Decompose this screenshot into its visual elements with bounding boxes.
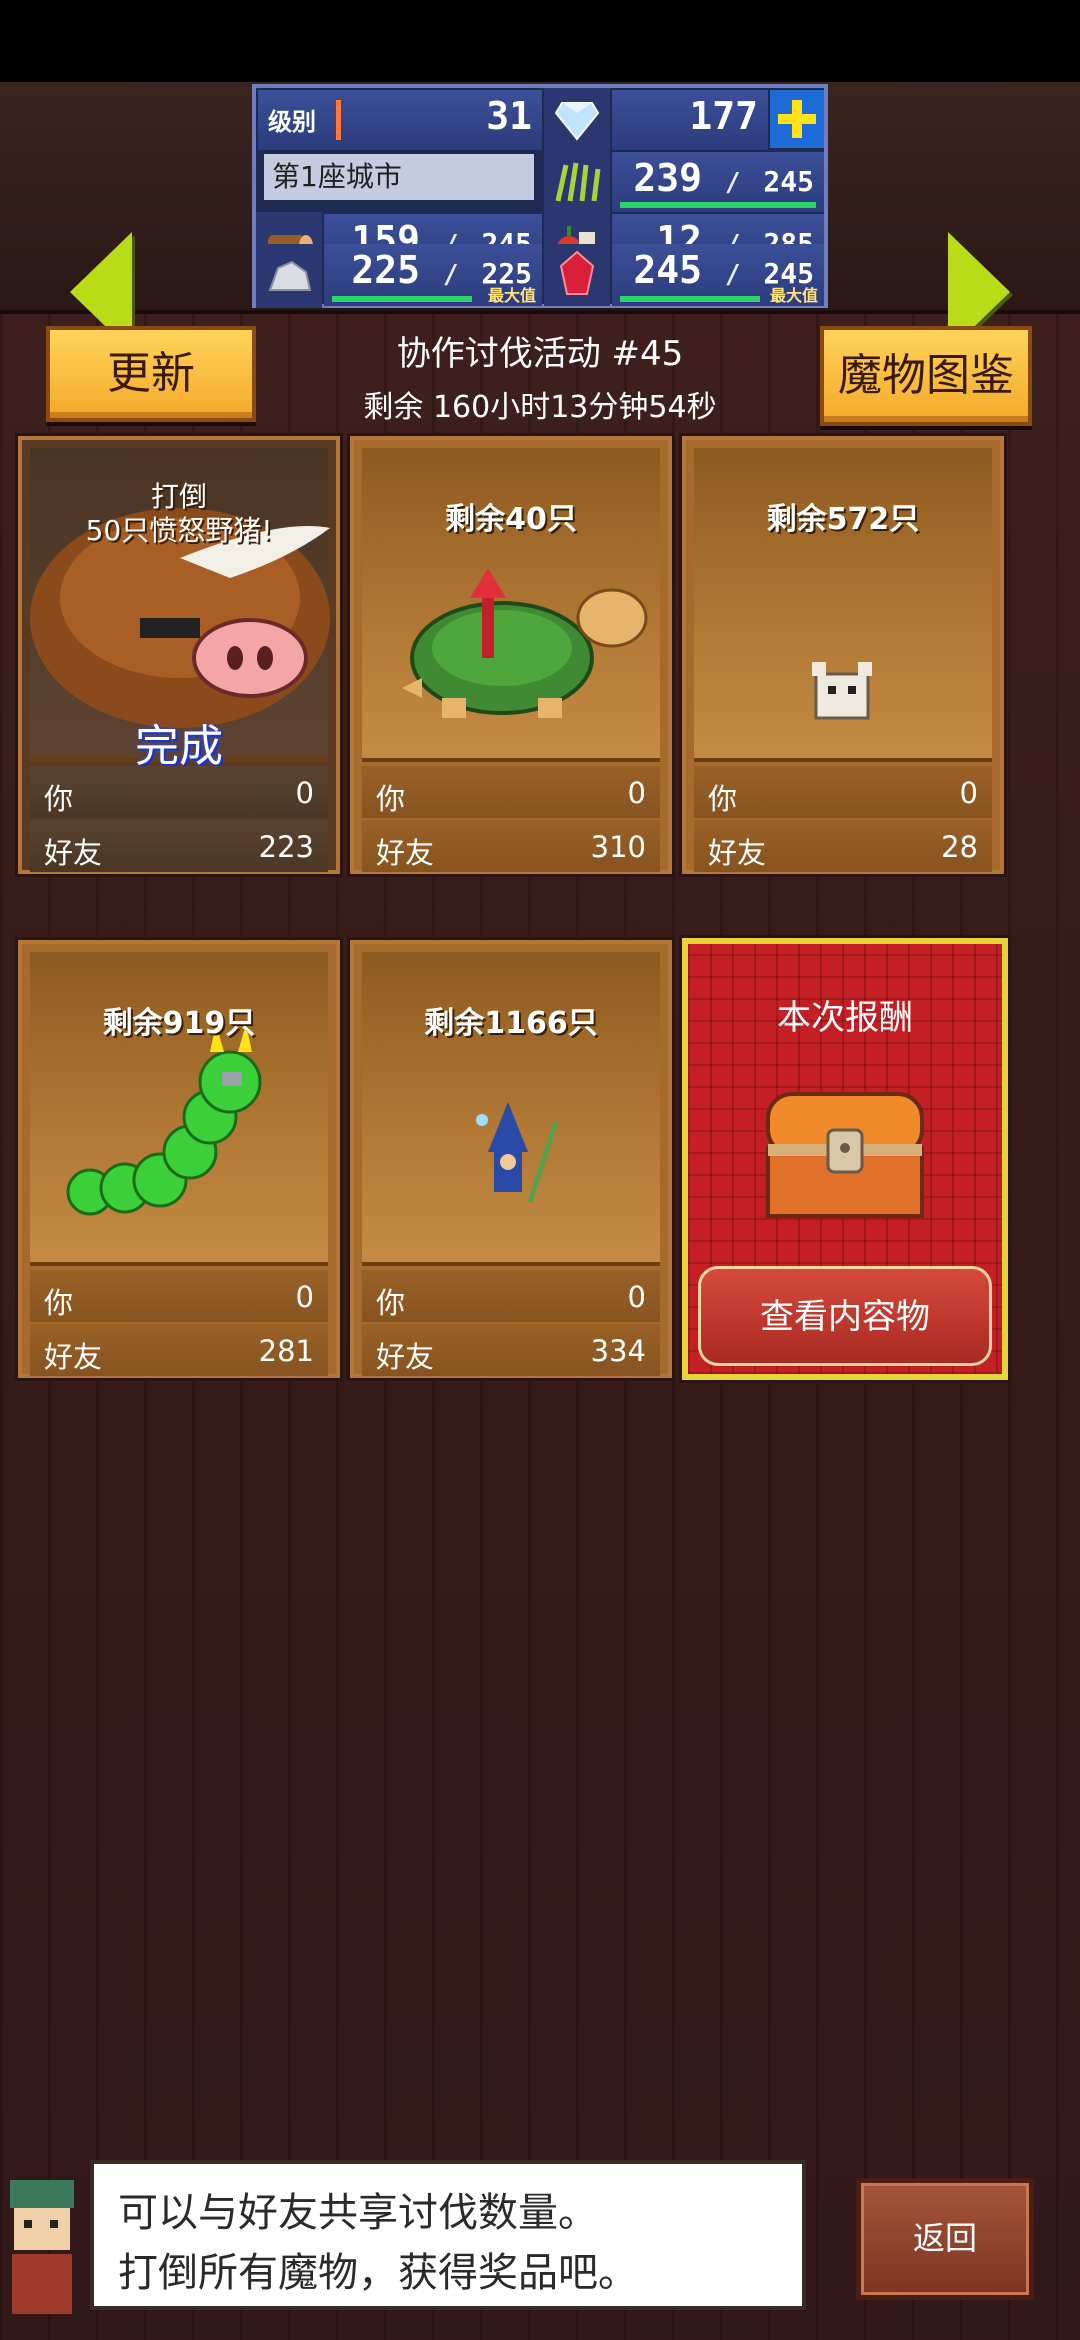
ruby-cell: 245 / 245 最大值	[612, 244, 824, 306]
city-name[interactable]: 第1座城市	[264, 154, 534, 200]
treasure-chest-icon	[766, 1092, 924, 1218]
hint-speech-bubble: 可以与好友共享讨伐数量。 打倒所有魔物，获得奖品吧。	[90, 2160, 806, 2310]
event-time-remaining: 剩余 160小时13分钟54秒	[363, 390, 717, 425]
remaining-count: 剩余1166只	[424, 1006, 598, 1041]
reward-title: 本次报酬	[777, 998, 913, 1038]
ruby-value: 245	[633, 248, 702, 292]
add-gems-button[interactable]	[770, 90, 824, 148]
slash: /	[724, 168, 741, 198]
remaining-count: 剩余40只	[445, 502, 577, 537]
friend-count-row: 好友 223	[30, 820, 328, 872]
you-count: 0	[627, 776, 646, 810]
resource-panel: 级别 31 177 第1座城市 239 / 245 159 / 245 12 /…	[252, 84, 828, 308]
stone-cell: 225 / 225 最大值	[324, 244, 542, 306]
you-count: 0	[295, 1280, 314, 1314]
kill-goal-line2: 50只愤怒野猪!	[85, 514, 273, 547]
you-count: 0	[627, 1280, 646, 1314]
ruby-bar	[620, 296, 760, 302]
grass-max: 245	[763, 165, 814, 198]
you-count-row: 你 0	[694, 766, 992, 818]
remaining-count: 剩余919只	[102, 1006, 256, 1041]
grass-cell: 239 / 245	[612, 152, 824, 212]
status-bar	[0, 0, 1080, 82]
you-count-row: 你 0	[362, 766, 660, 818]
you-count: 0	[295, 776, 314, 810]
footer: 可以与好友共享讨伐数量。 打倒所有魔物，获得奖品吧。 返回	[0, 2160, 1080, 2340]
stone-max-tag: 最大值	[487, 286, 536, 305]
you-label: 你	[708, 782, 738, 816]
completed-label: 完成	[135, 721, 223, 772]
friend-count-row: 好友 310	[362, 820, 660, 872]
slash: /	[442, 260, 459, 290]
monster-card-caterpillar[interactable]: 剩余919只 你 0 好友 281	[18, 940, 340, 1378]
monster-card-ghost[interactable]: 剩余572只 你 0 好友 28	[682, 436, 1004, 874]
friend-count: 310	[590, 830, 646, 864]
monster-card-boar[interactable]: 打倒 50只愤怒野猪! 完成 你 0 好友 223	[18, 436, 340, 874]
monster-book-button[interactable]: 魔物图鉴	[820, 326, 1032, 426]
ruby-max-tag: 最大值	[769, 286, 818, 305]
guide-character-avatar	[10, 2180, 74, 2314]
friend-count-row: 好友 281	[30, 1324, 328, 1376]
stone-bar	[332, 296, 472, 302]
friend-label: 好友	[376, 1340, 435, 1374]
hint-line2: 打倒所有魔物，获得奖品吧。	[118, 2250, 638, 2296]
level-cell: 级别 31	[258, 90, 542, 150]
friend-label: 好友	[44, 1340, 103, 1374]
gems-value: 177	[689, 94, 758, 138]
plus-icon	[778, 100, 816, 138]
grass-bar	[620, 202, 816, 208]
hint-line1: 可以与好友共享讨伐数量。	[118, 2190, 598, 2236]
you-label: 你	[44, 782, 74, 816]
gems-cell: 177	[612, 90, 768, 150]
diamond-icon	[544, 88, 610, 154]
monster-card-wizard[interactable]: 剩余1166只 你 0 好友 334	[350, 940, 672, 1378]
friend-count-row: 好友 334	[362, 1324, 660, 1376]
you-count-row: 你 0	[362, 1270, 660, 1322]
remaining-count: 剩余572只	[766, 502, 920, 537]
friend-label: 好友	[708, 836, 767, 870]
you-label: 你	[376, 1286, 406, 1320]
event-title: 协作讨伐活动 #45	[396, 334, 684, 374]
slash: /	[724, 260, 741, 290]
monster-card-turtle[interactable]: 剩余40只 你 0 好友 310	[350, 436, 672, 874]
view-contents-button[interactable]: 查看内容物	[698, 1266, 992, 1366]
grass-icon	[544, 150, 610, 216]
friend-count: 28	[941, 830, 978, 864]
friend-count: 334	[590, 1334, 646, 1368]
you-label: 你	[376, 782, 406, 816]
back-button[interactable]: 返回	[856, 2178, 1034, 2300]
you-count: 0	[959, 776, 978, 810]
kill-goal-text: 打倒 50只愤怒野猪!	[22, 480, 336, 548]
friend-count: 223	[258, 830, 314, 864]
friend-count-row: 好友 28	[694, 820, 992, 872]
level-label: 级别	[268, 108, 316, 136]
level-progress-marker	[336, 100, 341, 140]
ruby-icon	[544, 244, 610, 306]
friend-label: 好友	[44, 836, 103, 870]
reward-panel: 本次报酬 查看内容物	[682, 938, 1008, 1380]
you-label: 你	[44, 1286, 74, 1320]
stone-icon	[256, 244, 322, 308]
you-count-row: 你 0	[30, 766, 328, 818]
kill-goal-line1: 打倒	[150, 480, 207, 513]
level-value: 31	[486, 94, 532, 138]
you-count-row: 你 0	[30, 1270, 328, 1322]
stone-value: 225	[351, 248, 420, 292]
friend-count: 281	[258, 1334, 314, 1368]
refresh-button[interactable]: 更新	[46, 326, 256, 422]
friend-label: 好友	[376, 836, 435, 870]
grass-value: 239	[633, 156, 702, 200]
